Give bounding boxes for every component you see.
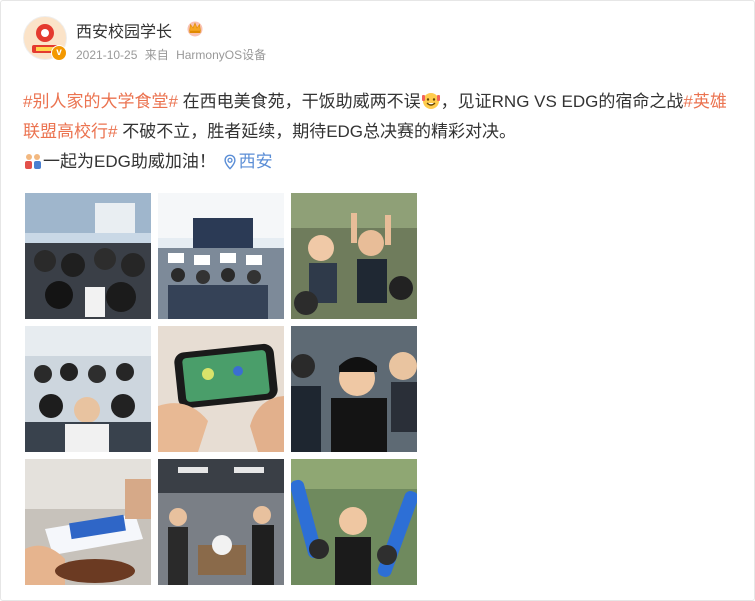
post-image-9[interactable]: [291, 459, 417, 585]
post-image-5[interactable]: [158, 326, 284, 452]
location-pin-icon: [223, 154, 236, 170]
source-prefix: 来自: [144, 48, 169, 62]
weibo-post-card: v 西安校园学长 2021-10-25 来自 HarmonyOS设备 #别人家的…: [0, 0, 755, 601]
crown-icon: [187, 21, 203, 37]
post-meta: 2021-10-25 来自 HarmonyOS设备: [76, 46, 270, 63]
post-image-1[interactable]: [25, 193, 151, 319]
cheer-emoji-icon: [421, 93, 440, 109]
topic-link-1[interactable]: #别人家的大学食堂#: [23, 92, 178, 111]
post-text: #别人家的大学食堂# 在西电美食苑，干饭助威两不误 ，见证RNG VS EDG的宿…: [23, 87, 735, 177]
post-image-6[interactable]: [291, 326, 417, 452]
post-source: HarmonyOS设备: [176, 48, 267, 62]
post-text-3: 不破不立，胜者延续，期待EDG总决赛的精彩对决。: [117, 122, 517, 141]
post-image-8[interactable]: [158, 459, 284, 585]
post-text-2: ，见证RNG VS EDG的宿命之战: [440, 92, 684, 111]
post-text-1: 在西电美食苑，干饭助威两不误: [177, 92, 421, 111]
people-emoji-icon: [25, 154, 41, 169]
post-text-4: 一起为EDG助威加油！: [43, 152, 216, 171]
post-image-4[interactable]: [25, 326, 151, 452]
post-image-2[interactable]: [158, 193, 284, 319]
location-label: 西安: [238, 152, 273, 171]
post-time[interactable]: 2021-10-25: [76, 48, 137, 62]
post-image-7[interactable]: [25, 459, 151, 585]
location-link[interactable]: 西安: [221, 152, 273, 171]
verified-badge: v: [51, 45, 67, 61]
image-grid: [25, 193, 417, 585]
post-image-3[interactable]: [291, 193, 417, 319]
user-name[interactable]: 西安校园学长: [76, 18, 172, 42]
